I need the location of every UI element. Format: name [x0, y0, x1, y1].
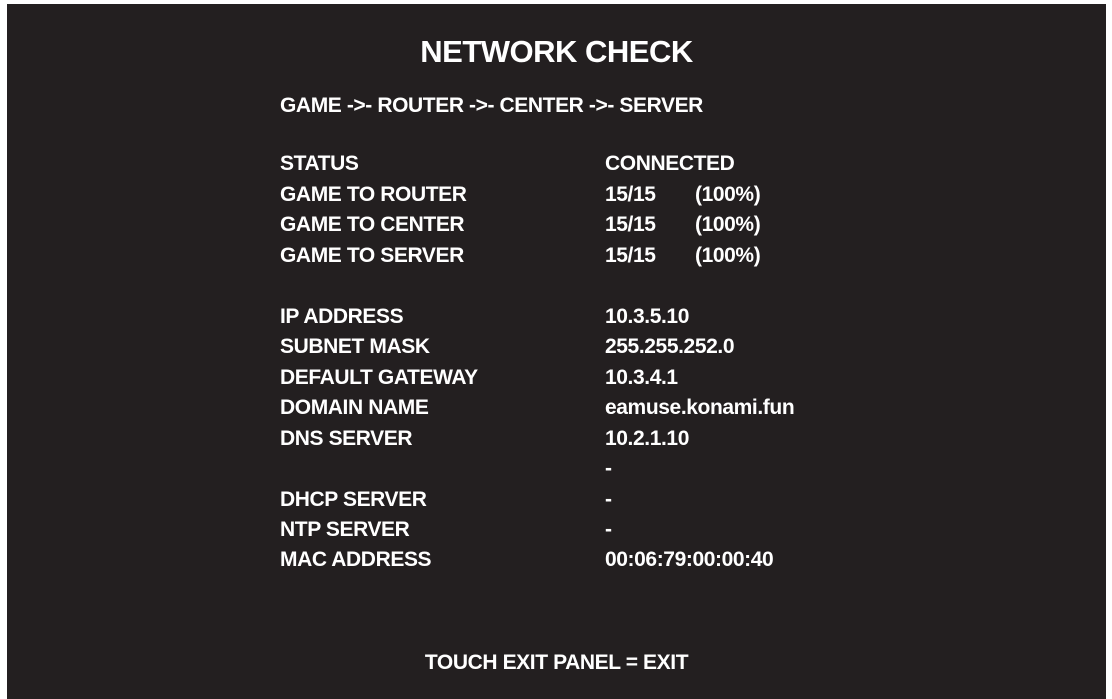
page-title: NETWORK CHECK [420, 34, 693, 69]
dns-server-secondary-row: - [280, 454, 880, 484]
domain-name-value: eamuse.konami.fun [605, 396, 795, 419]
game-to-center-row: GAME TO CENTER 15/15 (100%) [280, 210, 880, 240]
dhcp-server-label: DHCP SERVER [280, 488, 427, 511]
mac-address-label: MAC ADDRESS [280, 548, 432, 571]
game-to-center-percent: (100%) [695, 213, 761, 236]
ip-address-value: 10.3.5.10 [605, 305, 689, 328]
status-value: CONNECTED [605, 152, 735, 175]
ntp-server-row: NTP SERVER - [280, 515, 880, 545]
domain-name-label: DOMAIN NAME [280, 396, 429, 419]
game-to-router-label: GAME TO ROUTER [280, 183, 467, 206]
game-to-server-percent: (100%) [695, 244, 761, 267]
dns-server-secondary-value: - [605, 457, 612, 480]
domain-name-row: DOMAIN NAME eamuse.konami.fun [280, 393, 880, 423]
game-to-center-value: 15/15 [605, 213, 656, 236]
subnet-mask-row: SUBNET MASK 255.255.252.0 [280, 332, 880, 362]
subnet-mask-label: SUBNET MASK [280, 335, 430, 358]
mac-address-value: 00:06:79:00:00:40 [605, 548, 774, 571]
game-to-server-label: GAME TO SERVER [280, 244, 464, 267]
status-label: STATUS [280, 152, 359, 175]
status-row: STATUS CONNECTED [280, 149, 880, 179]
ntp-server-value: - [605, 518, 612, 541]
dns-server-label: DNS SERVER [280, 427, 413, 450]
ip-address-row: IP ADDRESS 10.3.5.10 [280, 302, 880, 332]
dhcp-server-row: DHCP SERVER - [280, 485, 880, 515]
mac-address-row: MAC ADDRESS 00:06:79:00:00:40 [280, 545, 880, 575]
game-to-router-value: 15/15 [605, 183, 656, 206]
default-gateway-label: DEFAULT GATEWAY [280, 366, 478, 389]
exit-instruction: TOUCH EXIT PANEL = EXIT [424, 651, 689, 674]
game-to-router-row: GAME TO ROUTER 15/15 (100%) [280, 180, 880, 210]
subnet-mask-value: 255.255.252.0 [605, 335, 735, 358]
default-gateway-value: 10.3.4.1 [605, 366, 678, 389]
game-to-server-row: GAME TO SERVER 15/15 (100%) [280, 241, 880, 271]
dns-server-row: DNS SERVER 10.2.1.10 [280, 424, 880, 454]
ip-address-label: IP ADDRESS [280, 305, 404, 328]
dhcp-server-value: - [605, 488, 612, 511]
game-to-router-percent: (100%) [695, 183, 761, 206]
default-gateway-row: DEFAULT GATEWAY 10.3.4.1 [280, 363, 880, 393]
game-to-center-label: GAME TO CENTER [280, 213, 465, 236]
game-to-server-value: 15/15 [605, 244, 656, 267]
dns-server-value: 10.2.1.10 [605, 427, 689, 450]
network-check-screen: NETWORK CHECK GAME ->- ROUTER ->- CENTER… [7, 4, 1106, 699]
network-route: GAME ->- ROUTER ->- CENTER ->- SERVER [280, 94, 703, 117]
ntp-server-label: NTP SERVER [280, 518, 410, 541]
